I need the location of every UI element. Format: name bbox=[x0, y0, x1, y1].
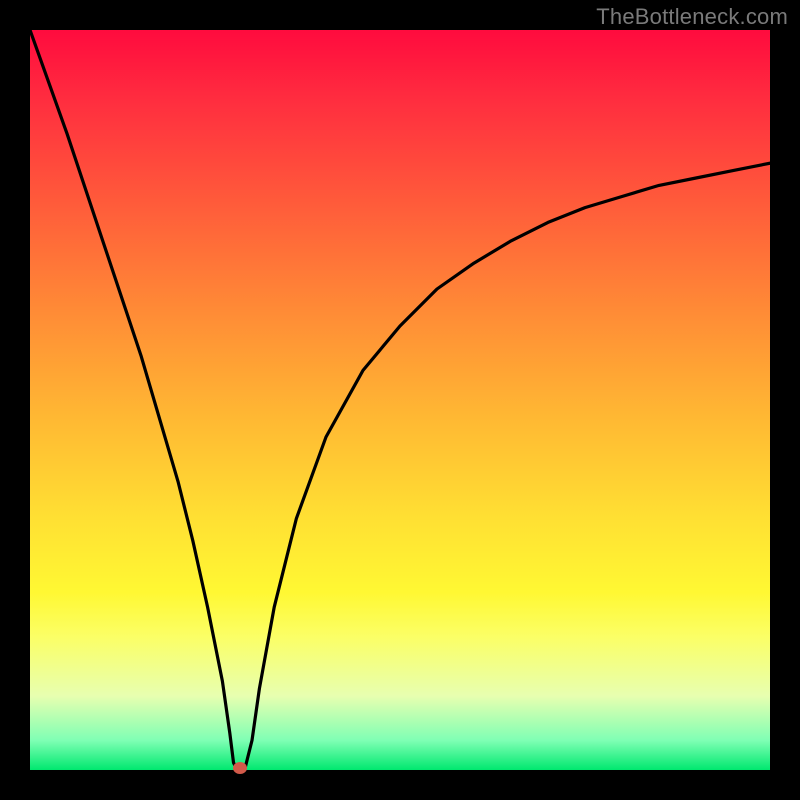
bottleneck-curve bbox=[30, 30, 770, 770]
minimum-marker bbox=[233, 762, 247, 774]
plot-area bbox=[30, 30, 770, 770]
curve-svg bbox=[30, 30, 770, 770]
chart-frame: TheBottleneck.com bbox=[0, 0, 800, 800]
watermark-text: TheBottleneck.com bbox=[596, 4, 788, 30]
